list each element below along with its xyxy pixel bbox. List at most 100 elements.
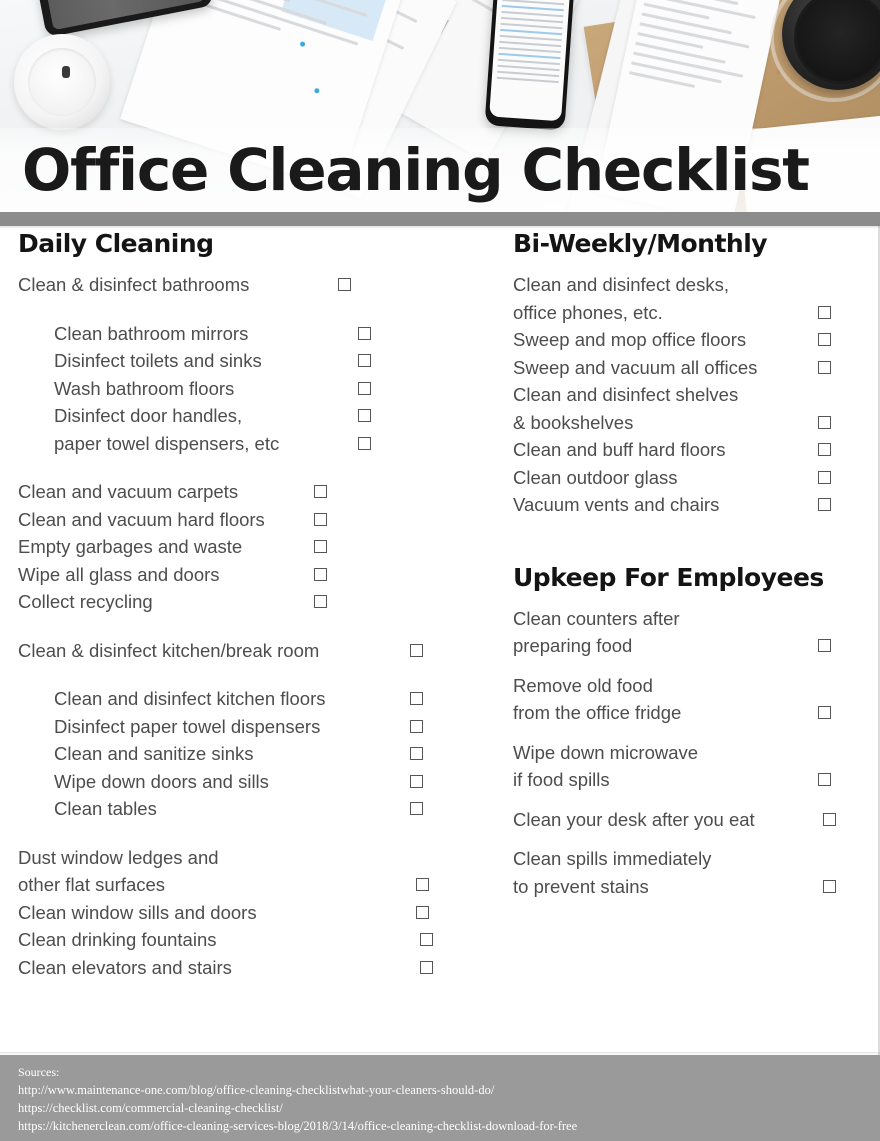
checklist-item[interactable]: Clean and buff hard floors: [513, 436, 863, 464]
checklist-page: Office Cleaning Checklist Daily Cleaning…: [0, 0, 880, 1141]
checklist-item-label: Clean & disinfect bathrooms: [18, 274, 250, 295]
checkbox[interactable]: [823, 879, 836, 893]
checklist-item[interactable]: Clean window sills and doors: [18, 899, 458, 927]
checklist-item[interactable]: Clean spills immediately: [513, 845, 863, 873]
checklist-item[interactable]: Clean tables: [18, 795, 458, 823]
checkbox[interactable]: [818, 706, 831, 719]
checklist-item[interactable]: Vacuum vents and chairs: [513, 491, 863, 519]
checkbox[interactable]: [818, 773, 831, 786]
checklist-item[interactable]: Clean & disinfect kitchen/break room: [18, 637, 458, 665]
checkbox[interactable]: [416, 905, 429, 919]
checkbox[interactable]: [416, 878, 429, 891]
checklist-item[interactable]: Sweep and mop office floors: [513, 326, 863, 354]
checkbox[interactable]: [823, 812, 836, 826]
paper-lines: [167, 0, 396, 67]
checkbox[interactable]: [818, 443, 831, 456]
checkbox[interactable]: [410, 719, 423, 733]
checklist-item[interactable]: other flat surfaces: [18, 871, 458, 899]
checklist-item-label: Clean bathroom mirrors: [54, 322, 249, 344]
checklist-item[interactable]: preparing food: [513, 632, 863, 660]
checkbox[interactable]: [818, 360, 831, 374]
checklist-item-label: Clean and disinfect shelves: [513, 384, 739, 405]
checkbox[interactable]: [358, 354, 371, 367]
checklist-item[interactable]: Clean and vacuum hard floors: [18, 506, 458, 534]
checklist-item[interactable]: to prevent stains: [513, 873, 863, 901]
checklist-item-label: Sweep and vacuum all offices: [513, 356, 758, 378]
checkbox[interactable]: [818, 639, 831, 652]
source-url[interactable]: https://kitchenerclean.com/office-cleani…: [18, 1117, 880, 1135]
checkbox[interactable]: [314, 540, 327, 553]
checkbox[interactable]: [818, 498, 831, 511]
checklist-item[interactable]: Clean and vacuum carpets: [18, 478, 458, 506]
checklist-item[interactable]: Dust window ledges and: [18, 844, 458, 872]
checkbox[interactable]: [420, 960, 433, 974]
checklist-item[interactable]: Wipe down microwave: [513, 739, 863, 767]
checkbox[interactable]: [818, 333, 831, 346]
checklist-item[interactable]: office phones, etc.: [513, 299, 863, 327]
checklist-item[interactable]: Clean your desk after you eat: [513, 806, 863, 834]
checklist-item-label: Disinfect paper towel dispensers: [54, 715, 321, 737]
sources-label: Sources:: [18, 1065, 60, 1079]
checkbox[interactable]: [358, 409, 371, 422]
paper-bullet-dot: [313, 87, 321, 94]
checklist-item[interactable]: from the office fridge: [513, 699, 863, 727]
checkbox[interactable]: [314, 595, 327, 608]
checklist-item[interactable]: & bookshelves: [513, 409, 863, 437]
checkbox[interactable]: [410, 774, 423, 788]
checklist-item[interactable]: Sweep and vacuum all offices: [513, 354, 863, 382]
checklist-item[interactable]: Collect recycling: [18, 588, 458, 616]
checklist-item[interactable]: Clean elevators and stairs: [18, 954, 458, 982]
coffee-lid-tab-icon: [62, 66, 70, 78]
checkbox[interactable]: [410, 643, 423, 657]
checklist-item-label: if food spills: [513, 769, 610, 790]
checklist-item[interactable]: Clean drinking fountains: [18, 926, 458, 954]
checklist-item[interactable]: Clean and sanitize sinks: [18, 740, 458, 768]
checkbox[interactable]: [338, 278, 351, 291]
checklist-item-label: Clean spills immediately: [513, 848, 712, 869]
source-url[interactable]: http://www.maintenance-one.com/blog/offi…: [18, 1081, 880, 1099]
checkbox[interactable]: [314, 512, 327, 526]
checklist-item[interactable]: Clean & disinfect bathrooms: [18, 271, 458, 299]
checklist-item-label: Clean drinking fountains: [18, 929, 217, 950]
header-photo: Office Cleaning Checklist: [0, 0, 880, 212]
checklist-item-label: Clean and vacuum carpets: [18, 481, 239, 502]
checkbox[interactable]: [358, 381, 371, 395]
checklist-item[interactable]: Empty garbages and waste: [18, 533, 458, 561]
checkbox[interactable]: [410, 802, 423, 815]
checklist-item-label: Clean and vacuum hard floors: [18, 508, 265, 530]
checklist-item[interactable]: Disinfect paper towel dispensers: [18, 713, 458, 741]
checklist-item[interactable]: Clean outdoor glass: [513, 464, 863, 492]
checklist-item-label: Wipe all glass and doors: [18, 563, 220, 585]
checklist-item[interactable]: Clean and disinfect desks,: [513, 271, 863, 299]
section-heading-upkeep-for-employees: Upkeep For Employees: [513, 562, 824, 592]
checklist-item-label: from the office fridge: [513, 702, 682, 723]
checklist-item[interactable]: Clean counters after: [513, 605, 863, 633]
checklist-item-label: Empty garbages and waste: [18, 536, 243, 557]
checkbox[interactable]: [818, 470, 831, 484]
checklist-item[interactable]: Disinfect door handles,: [18, 402, 458, 430]
checklist-item[interactable]: Clean bathroom mirrors: [18, 320, 458, 348]
checkbox[interactable]: [358, 436, 371, 450]
checkbox[interactable]: [420, 933, 433, 946]
source-url[interactable]: https://checklist.com/commercial-cleanin…: [18, 1099, 880, 1117]
checklist-item[interactable]: Wipe down doors and sills: [18, 768, 458, 796]
checkbox[interactable]: [818, 305, 831, 319]
checklist-item[interactable]: Disinfect toilets and sinks: [18, 347, 458, 375]
checkbox[interactable]: [410, 692, 423, 705]
checkbox[interactable]: [314, 485, 327, 498]
checkbox[interactable]: [358, 326, 371, 340]
sources-footer: Sources: http://www.maintenance-one.com/…: [0, 1055, 880, 1141]
checklist-item[interactable]: Clean and disinfect shelves: [513, 381, 863, 409]
checklist-item-label: Dust window ledges and: [18, 846, 219, 868]
checkbox[interactable]: [314, 567, 327, 581]
checklist-item[interactable]: Remove old food: [513, 672, 863, 700]
checkbox[interactable]: [818, 415, 831, 429]
checklist-item[interactable]: Clean and disinfect kitchen floors: [18, 685, 458, 713]
smartphone-icon: [484, 0, 576, 131]
checklist-item[interactable]: Wipe all glass and doors: [18, 561, 458, 589]
checklist-item[interactable]: paper towel dispensers, etc: [18, 430, 458, 458]
checklist-item[interactable]: if food spills: [513, 766, 863, 794]
checklist-item-label: Clean window sills and doors: [18, 901, 257, 923]
checkbox[interactable]: [410, 747, 423, 760]
checklist-item[interactable]: Wash bathroom floors: [18, 375, 458, 403]
